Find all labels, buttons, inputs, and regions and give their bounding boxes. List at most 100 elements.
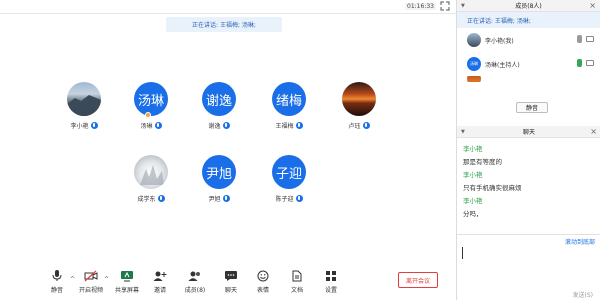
collapse-icon[interactable]: ▼ xyxy=(461,129,465,135)
video-label: 开启视频 xyxy=(78,287,103,294)
microphone-icon xyxy=(362,122,370,129)
meeting-main-area: 01:16:33 正在讲话: 王福梅; 汤琳; 李小艳 汤琳 汤琳 谢逸 谢逸 … xyxy=(0,0,456,300)
message-text: 分吗， xyxy=(463,210,483,218)
member-name: 汤琳(主持人) xyxy=(485,61,520,69)
settings-label: 设置 xyxy=(324,287,337,294)
mute-all-button[interactable]: 静音 xyxy=(516,102,548,113)
avatar: 谢逸 xyxy=(202,82,236,116)
microphone-icon xyxy=(52,270,62,281)
avatar: 绪梅 xyxy=(272,82,306,116)
participant-name: 成学东 xyxy=(137,196,156,203)
member-item[interactable]: 汤琳 汤琳(主持人) xyxy=(457,52,600,76)
participant-tile[interactable]: 子迎 陈子迎 xyxy=(260,155,318,203)
mute-button[interactable]: 静音 xyxy=(40,270,74,294)
message-text: 那是有等度的 xyxy=(463,158,502,166)
emoji-icon xyxy=(257,270,269,282)
microphone-icon xyxy=(295,122,303,129)
members-panel-title: 成员(8人) xyxy=(515,3,542,10)
participant-name: 李小艳 xyxy=(70,123,89,130)
member-item[interactable] xyxy=(457,76,600,82)
send-button[interactable]: 发送(S) xyxy=(573,290,594,299)
members-label: 成员(8) xyxy=(184,287,206,294)
microphone-icon xyxy=(222,195,230,202)
chat-label: 聊天 xyxy=(224,287,237,294)
scroll-to-bottom-link[interactable]: 滚动到底部 xyxy=(565,237,595,246)
participant-tile[interactable]: 谢逸 谢逸 xyxy=(190,82,248,130)
top-bar: 01:16:33 xyxy=(0,0,456,14)
invite-button[interactable]: 邀请 xyxy=(143,270,177,294)
video-button[interactable]: 开启视频 xyxy=(74,270,108,294)
avatar: 汤琳 xyxy=(467,57,481,71)
chevron-up-icon[interactable]: ^ xyxy=(104,276,109,283)
microphone-icon xyxy=(222,122,230,129)
message-text: 只有手机确实很麻烦 xyxy=(463,184,522,192)
participant-name: 卢珏 xyxy=(348,123,361,130)
chat-panel-header: ▼ 聊天 × xyxy=(457,126,600,138)
participant-tile[interactable]: 汤琳 汤琳 xyxy=(122,82,180,130)
participant-name: 王福梅 xyxy=(275,123,294,130)
message-sender: 李小艳 xyxy=(463,171,483,179)
side-panel: ▼ 成员(8人) × 正在讲话: 王福梅; 汤琳; 李小艳(我) 汤琳 汤琳(主… xyxy=(456,0,600,300)
participant-tile[interactable]: 李小艳 xyxy=(55,82,113,130)
meeting-timer: 01:16:33 xyxy=(405,3,436,10)
microphone-icon xyxy=(90,122,98,129)
microphone-icon xyxy=(157,195,165,202)
chat-icon xyxy=(225,271,237,281)
chat-messages: 李小艳 那是有等度的 李小艳 只有手机确实很麻烦 李小艳 分吗， xyxy=(457,138,600,234)
invite-label: 邀请 xyxy=(153,287,166,294)
share-screen-button[interactable]: 共享屏幕 xyxy=(110,270,144,294)
close-icon[interactable]: × xyxy=(590,127,597,136)
camera-icon[interactable] xyxy=(586,36,594,42)
camera-icon[interactable] xyxy=(586,60,594,66)
settings-button[interactable]: 设置 xyxy=(314,270,348,294)
add-user-icon xyxy=(153,271,167,281)
chat-button[interactable]: 聊天 xyxy=(214,270,248,294)
participant-tile[interactable]: 成学东 xyxy=(122,155,180,203)
collapse-icon[interactable]: ▼ xyxy=(461,3,465,9)
close-icon[interactable]: × xyxy=(589,1,596,10)
settings-icon xyxy=(326,271,336,281)
emoji-label: 表情 xyxy=(256,287,269,294)
members-icon xyxy=(188,271,200,281)
share-screen-label: 共享屏幕 xyxy=(114,287,139,294)
member-name: 李小艳(我) xyxy=(485,37,514,45)
member-item[interactable]: 李小艳(我) xyxy=(457,28,600,52)
meeting-toolbar: 静音 ^ 开启视频 ^ 共享屏幕 邀请 成员(8) 聊天 表情 文档 设置 xyxy=(0,266,456,300)
video-off-icon xyxy=(84,270,98,282)
mute-label: 静音 xyxy=(50,287,63,294)
chat-input[interactable]: 滚动到底部 发送(S) xyxy=(457,234,600,300)
participant-name: 谢逸 xyxy=(208,123,221,130)
emoji-button[interactable]: 表情 xyxy=(246,270,280,294)
avatar xyxy=(67,82,101,116)
participant-tile[interactable]: 卢珏 xyxy=(330,82,388,130)
avatar: 尹旭 xyxy=(202,155,236,189)
chat-panel-title: 聊天 xyxy=(522,129,535,136)
message-sender: 李小艳 xyxy=(463,145,483,153)
members-panel-header: ▼ 成员(8人) × xyxy=(457,0,600,12)
participant-tile[interactable]: 尹旭 尹旭 xyxy=(190,155,248,203)
microphone-icon xyxy=(295,195,303,202)
participant-name: 尹旭 xyxy=(208,196,221,203)
microphone-icon[interactable] xyxy=(577,59,582,67)
document-icon xyxy=(292,270,302,282)
avatar xyxy=(467,33,481,47)
microphone-icon xyxy=(154,122,162,129)
avatar xyxy=(134,155,168,189)
avatar: 子迎 xyxy=(272,155,306,189)
participant-name: 汤琳 xyxy=(140,123,153,130)
speaking-banner: 正在讲话: 王福梅; 汤琳; xyxy=(166,17,282,32)
documents-label: 文档 xyxy=(290,287,303,294)
text-cursor xyxy=(462,247,463,259)
share-screen-icon xyxy=(121,271,133,282)
microphone-icon[interactable] xyxy=(577,35,582,43)
participant-name: 陈子迎 xyxy=(275,196,294,203)
documents-button[interactable]: 文档 xyxy=(280,270,314,294)
members-button[interactable]: 成员(8) xyxy=(178,270,212,294)
participant-tile[interactable]: 绪梅 王福梅 xyxy=(260,82,318,130)
fullscreen-icon[interactable] xyxy=(440,1,450,11)
members-speaking-bar: 正在讲话: 王福梅; 汤琳; xyxy=(457,12,600,28)
host-badge-icon xyxy=(145,112,151,118)
leave-meeting-button[interactable]: 离开会议 xyxy=(398,272,438,288)
avatar xyxy=(467,76,481,82)
message-sender: 李小艳 xyxy=(463,197,483,205)
